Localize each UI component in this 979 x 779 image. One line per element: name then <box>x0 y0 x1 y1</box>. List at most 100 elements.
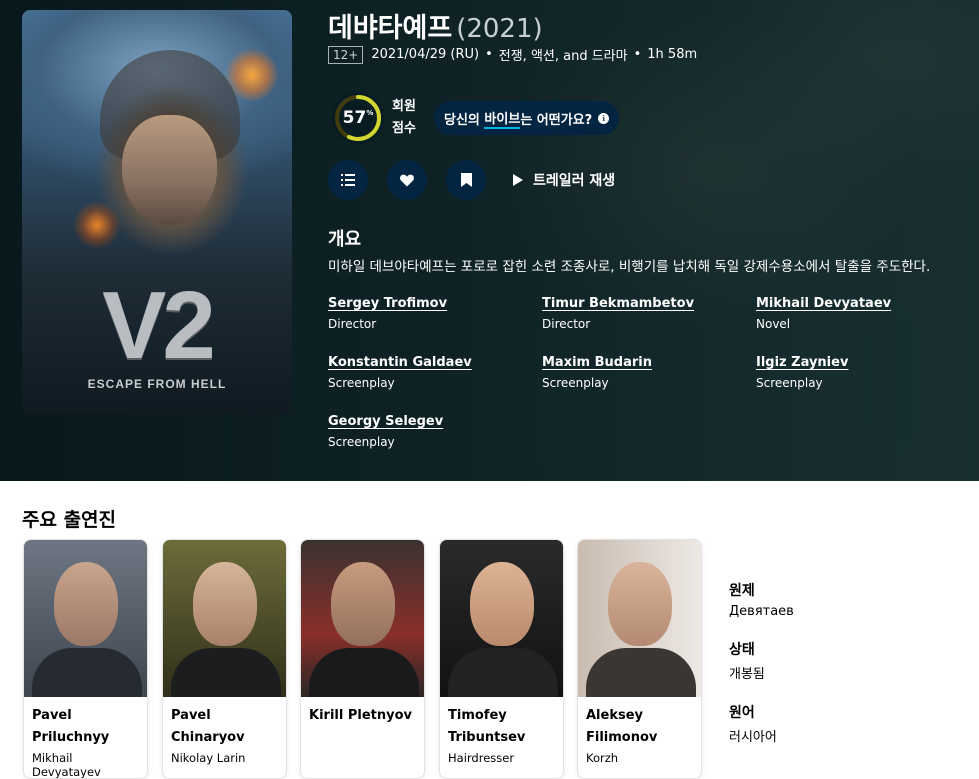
percent-sign: % <box>366 109 374 117</box>
crew-item: Ilgiz Zayniev Screenplay <box>756 355 956 390</box>
cast-photo-body <box>32 648 142 697</box>
fact-label: 상태 <box>729 642 755 658</box>
runtime: 1h 58m <box>647 47 698 62</box>
crew-name-link[interactable]: Ilgiz Zayniev <box>756 355 956 370</box>
crew-name-link[interactable]: Timur Bekmambetov <box>542 296 742 311</box>
release-date: 2021/04/29 (RU) <box>371 47 480 62</box>
fact-language: 원어 러시아어 <box>729 702 794 745</box>
crew-job: Director <box>328 317 377 331</box>
crew-name-link[interactable]: Konstantin Galdaev <box>328 355 528 370</box>
cast-photo-body <box>448 648 558 697</box>
cast-photo-body <box>309 648 419 697</box>
crew-item: Georgy Selegev Screenplay <box>328 414 528 449</box>
cast-card[interactable]: Pavel Priluchnyy Mikhail Devyatayev <box>23 539 148 779</box>
separator-dot: • <box>485 47 493 62</box>
cast-character: Hairdresser <box>448 751 515 765</box>
watchlist-button[interactable] <box>446 160 486 200</box>
crew-name-link[interactable]: Mikhail Devyataev <box>756 296 956 311</box>
cast-photo-head <box>193 562 257 646</box>
cast-photo <box>163 540 286 697</box>
facts-sidebar: 원제 Девятаев 상태 개봉됨 원어 러시아어 <box>729 580 794 765</box>
crew-job: Screenplay <box>542 376 609 390</box>
overview-text: 미하일 데브야타예프는 포로로 잡힌 소련 조종사로, 비행기를 납치해 독일 … <box>328 259 931 275</box>
fact-label: 원어 <box>729 705 755 721</box>
heart-icon <box>400 174 414 186</box>
cast-photo-head <box>54 562 118 646</box>
crew-item: Mikhail Devyataev Novel <box>756 296 956 331</box>
crew-item: Sergey Trofimov Director <box>328 296 528 331</box>
cast-photo-head <box>331 562 395 646</box>
cast-name[interactable]: Kirill Pletnyov <box>301 697 424 727</box>
score-number: 57 <box>342 108 367 128</box>
info-icon: i <box>598 112 610 124</box>
play-trailer-button[interactable]: 트레일러 재생 <box>513 170 615 190</box>
poster-face <box>122 115 217 225</box>
cast-card[interactable]: Kirill Pletnyov <box>300 539 425 779</box>
score-label: 회원 점수 <box>392 96 422 140</box>
play-trailer-label: 트레일러 재생 <box>533 173 616 189</box>
crew-name-link[interactable]: Georgy Selegev <box>328 414 528 429</box>
cast-character: Mikhail Devyatayev <box>32 751 101 779</box>
vibe-button[interactable]: 당신의 바이브 는 어떤가요? i <box>434 101 620 135</box>
fact-value: 러시아어 <box>729 730 777 745</box>
genres[interactable]: 전쟁, 액션, and 드라마 <box>499 45 628 64</box>
crew-name-link[interactable]: Maxim Budarin <box>542 355 742 370</box>
certification-badge: 12+ <box>328 45 364 64</box>
cast-character: Nikolay Larin <box>171 751 246 765</box>
crew-job: Screenplay <box>328 376 395 390</box>
movie-poster[interactable]: V2 ESCAPE FROM HELL <box>22 10 292 414</box>
cast-photo-body <box>586 648 696 697</box>
crew-job: Screenplay <box>756 376 823 390</box>
fact-value: Девятаев <box>729 604 794 619</box>
cast-card[interactable]: Timofey Tribuntsev Hairdresser <box>439 539 564 779</box>
cast-photo <box>440 540 563 697</box>
score-label-line2: 점수 <box>392 121 416 136</box>
cast-character: Korzh <box>586 751 619 765</box>
crew-item: Maxim Budarin Screenplay <box>542 355 742 390</box>
fact-original-title: 원제 Девятаев <box>729 580 794 619</box>
fact-label: 원제 <box>729 583 755 599</box>
cast-card[interactable]: Aleksey Filimonov Korzh <box>577 539 702 779</box>
vibe-text-pre: 당신의 <box>444 112 480 128</box>
crew-name-link[interactable]: Sergey Trofimov <box>328 296 528 311</box>
crew-job: Director <box>542 317 591 331</box>
fact-value: 개봉됨 <box>729 667 765 682</box>
cast-photo-head <box>608 562 672 646</box>
cast-name[interactable]: Aleksey Filimonov <box>578 697 701 749</box>
list-icon <box>341 174 355 186</box>
cast-photo-body <box>171 648 281 697</box>
vibe-text-highlight: 바이브 <box>484 108 521 129</box>
poster-title: V2 <box>102 272 215 379</box>
score-value: 57% <box>343 108 374 128</box>
cast-card[interactable]: Pavel Chinaryov Nikolay Larin <box>162 539 287 779</box>
cast-name[interactable]: Pavel Chinaryov <box>163 697 286 749</box>
fact-status: 상태 개봉됨 <box>729 639 794 682</box>
crew-item: Konstantin Galdaev Screenplay <box>328 355 528 390</box>
movie-facts: 12+ 2021/04/29 (RU) • 전쟁, 액션, and 드라마 • … <box>328 45 697 64</box>
cast-name[interactable]: Pavel Priluchnyy <box>24 697 147 749</box>
action-bar: 트레일러 재생 <box>328 160 615 200</box>
crew-item: Timur Bekmambetov Director <box>542 296 742 331</box>
score-chart[interactable]: 57% <box>332 92 384 144</box>
poster-subtitle: ESCAPE FROM HELL <box>87 377 227 391</box>
cast-name[interactable]: Timofey Tribuntsev <box>440 697 563 749</box>
hero-backdrop: V2 ESCAPE FROM HELL 데뱌타예프 (2021) 12+ 2021… <box>0 0 979 481</box>
user-score: 57% 회원 점수 <box>332 92 422 144</box>
vibe-text-post: 는 어떤가요? <box>520 112 593 128</box>
overview-heading: 개요 <box>328 229 362 250</box>
crew-job: Novel <box>756 317 791 331</box>
score-label-line1: 회원 <box>392 99 416 114</box>
movie-title[interactable]: 데뱌타예프 <box>328 13 452 44</box>
bookmark-icon <box>460 173 472 187</box>
play-icon <box>513 174 523 186</box>
cast-photo <box>578 540 701 697</box>
cast-heading: 주요 출연진 <box>22 509 117 531</box>
crew-job: Screenplay <box>328 435 395 449</box>
add-to-list-button[interactable] <box>328 160 368 200</box>
cast-photo <box>24 540 147 697</box>
favorite-button[interactable] <box>387 160 427 200</box>
separator-dot: • <box>633 47 642 62</box>
movie-year: (2021) <box>456 14 543 44</box>
cast-photo <box>301 540 424 697</box>
movie-title-row: 데뱌타예프 (2021) <box>328 6 543 45</box>
